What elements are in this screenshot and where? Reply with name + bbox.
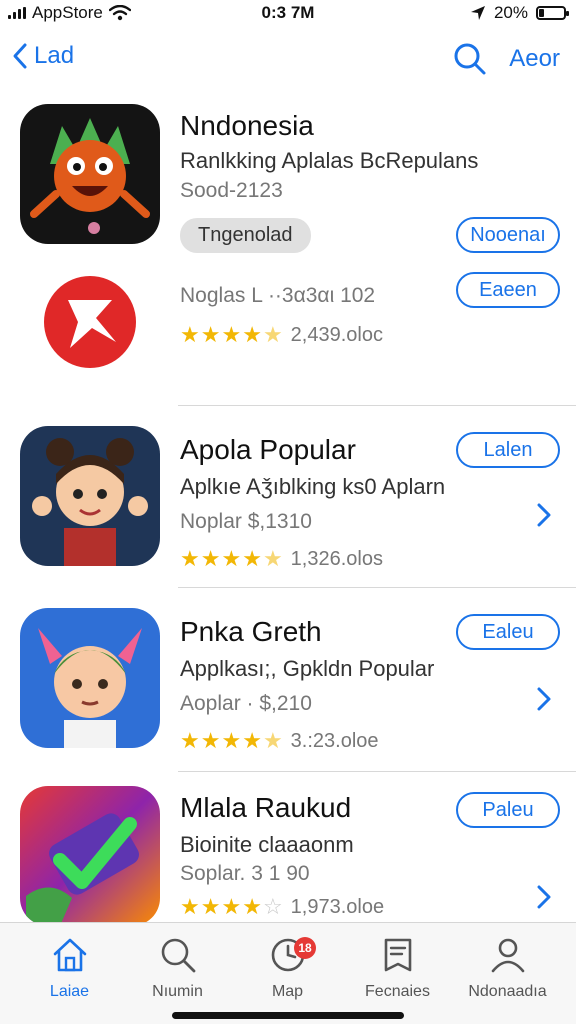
star-rating: ★ ★ ★ ★ ☆ (180, 894, 283, 920)
star-icon: ★ (200, 546, 221, 571)
chevron-left-icon (13, 43, 27, 69)
get-button[interactable]: Eaeen (456, 272, 560, 308)
item-subtitle: Bioinite claaaonm (180, 832, 354, 857)
list-item[interactable]: Nndonesia Ranlkking Aplalas BcRepulans S… (0, 96, 576, 266)
item-title: Pnka Greth (180, 616, 322, 647)
get-button[interactable]: Lalen (456, 432, 560, 468)
rating: ★ ★ ★ ★ ★ 3.:23.oloe (180, 728, 379, 754)
star-icon: ★ (262, 728, 283, 753)
item-title: Apola Popular (180, 434, 356, 465)
search-icon (161, 938, 195, 973)
list-item[interactable]: Apola Popular Aplkıe Aǯıblking ks0 Aplar… (0, 406, 576, 588)
star-icon: ★ (242, 894, 262, 919)
tab-label: Laiae (49, 983, 90, 1000)
tab-account[interactable]: Ndonaadıa (450, 935, 565, 1001)
tab-label: Nıumin (152, 983, 203, 1000)
star-rating: ★ ★ ★ ★ ★ (180, 322, 283, 348)
star-icon: ★ (242, 546, 262, 571)
star-icon: ★ (180, 728, 200, 753)
battery-icon (536, 6, 569, 20)
chevron-right-icon[interactable] (534, 882, 554, 912)
app-icon-girl (20, 426, 160, 566)
rating: ★ ★ ★ ★ ★ 1,326.olos (180, 546, 383, 572)
star-icon: ★ (200, 322, 221, 347)
get-button[interactable]: Paleu (456, 792, 560, 828)
rating-count: 1,973.oloe (290, 895, 385, 918)
get-button[interactable]: Ealeu (456, 614, 560, 650)
star-icon: ★ (242, 322, 262, 347)
star-rating: ★ ★ ★ ★ ★ (180, 728, 283, 754)
tab-label: Map (271, 983, 304, 1000)
get-button[interactable]: Nooenaı (456, 217, 560, 253)
item-subtitle: Aplkıe Aǯıblking ks0 Aplarn (180, 474, 446, 499)
chevron-right-icon[interactable] (534, 500, 554, 530)
app-list: Nndonesia Ranlkking Aplalas BcRepulans S… (0, 96, 576, 926)
home-icon (53, 938, 86, 972)
item-title: Nndonesia (180, 110, 314, 141)
rating: ★ ★ ★ ★ ★ 2,439.oloc (180, 322, 383, 348)
wifi-icon (108, 5, 131, 21)
app-icon-child (20, 608, 160, 748)
rating-count: 2,439.oloc (290, 323, 383, 346)
category-tag: Tngenolad (180, 218, 311, 253)
star-icon: ★ (221, 894, 242, 919)
item-meta: Aoplar · $,210 (180, 692, 312, 715)
rating: ★ ★ ★ ★ ☆ 1,973.oloe (180, 894, 384, 920)
item-meta: Soplar. 3 1 90 (180, 862, 310, 885)
carrier-label: AppStore (32, 3, 103, 22)
home-indicator (172, 1012, 404, 1019)
item-meta: Sood-2123 (180, 179, 283, 202)
app-icon-checkmark (20, 786, 160, 926)
status-right: 20% (470, 3, 569, 23)
status-left: AppStore (8, 3, 131, 23)
star-icon: ★ (221, 322, 242, 347)
search-icon[interactable] (453, 42, 487, 76)
star-icon: ★ (200, 728, 221, 753)
person-icon (491, 938, 524, 973)
app-icon-red-circle (20, 266, 160, 406)
location-arrow-icon (470, 6, 485, 20)
nav-actions: Aeor (453, 42, 560, 76)
star-icon: ★ (180, 894, 200, 919)
tab-map[interactable]: 18 Map (230, 935, 345, 1001)
star-icon: ★ (180, 546, 200, 571)
back-button[interactable]: Lad (12, 42, 74, 70)
nav-right-action[interactable]: Aeor (509, 45, 560, 73)
back-label: Lad (34, 42, 75, 69)
star-rating: ★ ★ ★ ★ ★ (180, 546, 283, 572)
list-item[interactable]: Noglas L ··3α3αι 102 ★ ★ ★ ★ ★ 2,439.oloc Ea… (0, 266, 576, 406)
tab-features[interactable]: Fecnaies (340, 935, 455, 1001)
app-icon-monster (20, 104, 160, 244)
star-icon: ★ (262, 322, 283, 347)
item-title: Mlala Raukud (180, 792, 352, 823)
nav-bar: Lad Aeor (0, 38, 576, 86)
rating-count: 3.:23.oloe (290, 729, 379, 752)
tab-bar: Laiae Nıumin 18 Map Fecnaies Ndonaadıa (0, 922, 576, 1024)
star-icon: ☆ (262, 894, 283, 919)
signal-icon (8, 7, 26, 19)
battery-fill (539, 9, 544, 17)
battery-percent: 20% (493, 3, 528, 22)
star-icon: ★ (262, 546, 283, 571)
tab-label: Ndonaadıa (468, 983, 547, 1000)
document-icon (384, 938, 411, 972)
chevron-right-icon[interactable] (534, 684, 554, 714)
tab-label: Fecnaies (365, 983, 430, 1000)
rating-count: 1,326.olos (290, 547, 383, 570)
status-bar: AppStore 0:3 7M 20% (0, 0, 576, 28)
notification-badge: 18 (294, 937, 316, 959)
star-icon: ★ (242, 728, 262, 753)
star-icon: ★ (221, 728, 242, 753)
item-meta: Noplar $,1310 (180, 510, 312, 533)
star-icon: ★ (221, 546, 242, 571)
list-item[interactable]: Pnka Greth Applkası;, Gpkldn Popular Aop… (0, 588, 576, 772)
item-meta: Noglas L ··3α3αι 102 (180, 284, 376, 307)
list-item[interactable]: Mlala Raukud Bioinite claaaonm Soplar. 3… (0, 772, 576, 926)
star-icon: ★ (180, 322, 200, 347)
item-subtitle: Ranlkking Aplalas BcRepulans (180, 148, 479, 173)
tab-search[interactable]: Nıumin (120, 935, 235, 1001)
tab-today[interactable]: Laiae (12, 935, 127, 1001)
star-icon: ★ (200, 894, 221, 919)
item-subtitle: Applkası;, Gpkldn Popular (180, 656, 435, 681)
